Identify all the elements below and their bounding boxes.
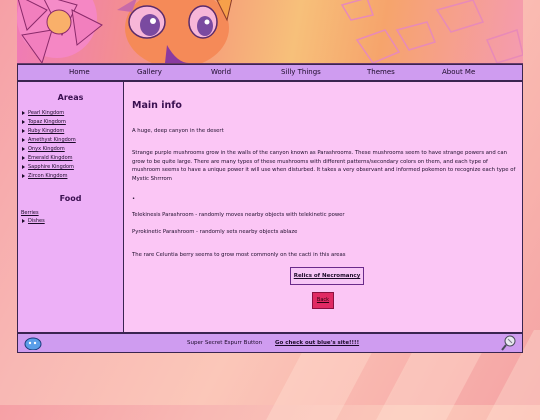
sidebar-item-berries[interactable]: Berries [21,210,39,216]
food-heading: Food [59,194,82,203]
intro-text: A huge, deep canyon in the desert [132,128,224,134]
top-navigation: Home Gallery World Silly Things Themes A… [17,64,523,81]
banner-artwork [17,0,523,63]
sidebar: Areas Pearl Kingdom Topaz Kingdom Ruby K… [17,81,124,333]
nav-about-me[interactable]: About Me [442,68,475,76]
sidebar-item-amethyst-kingdom[interactable]: Amethyst Kingdom [22,137,76,143]
sidebar-item-zircon-kingdom[interactable]: Zircon Kingdom [22,173,67,179]
description-paragraph: Strange purple mushrooms grow in the wal… [132,150,516,182]
page-title: Main info [132,100,182,111]
flower-illustration [17,0,103,63]
areas-heading: Areas [57,93,84,102]
nav-world[interactable]: World [211,68,231,76]
blue-blob-icon[interactable] [24,336,42,350]
bullet-arrow-icon [22,173,25,178]
relics-of-necromancy-button[interactable]: Relics of Necromancy [290,267,364,285]
nav-silly-things[interactable]: Silly Things [281,68,321,76]
sidebar-item-pearl-kingdom[interactable]: Pearl Kingdom [22,110,64,116]
list-bullet: • [132,196,136,202]
sidebar-item-onyx-kingdom[interactable]: Onyx Kingdom [22,146,65,152]
berry-note: The rare Celuntia berry seems to grow mo… [132,252,346,258]
sidebar-item-emerald-kingdom[interactable]: Emerald Kingdom [22,155,73,161]
bullet-arrow-icon [22,164,25,169]
bullet-arrow-icon [22,110,25,115]
bullet-arrow-icon [22,155,25,160]
nav-home[interactable]: Home [69,68,90,76]
blue-site-link[interactable]: Go check out blue's site!!!! [275,340,359,346]
bullet-arrow-icon [22,146,25,151]
sidebar-item-sapphire-kingdom[interactable]: Sapphire Kingdom [22,164,74,170]
sidebar-item-ruby-kingdom[interactable]: Ruby Kingdom [22,128,64,134]
magnifier-pokemon-icon[interactable] [500,335,518,351]
footer-text: Super Secret Espurr Button [187,340,263,346]
footer: Super Secret Espurr Button Go check out … [17,333,523,353]
telekinesis-text: Telekinesis Parashroom - randomly moves … [132,212,345,218]
header-banner [17,0,523,64]
nav-themes[interactable]: Themes [367,68,395,76]
sidebar-item-dishes[interactable]: Dishes [22,218,45,224]
creature-illustration [117,0,233,63]
pyrokinetic-text: Pyrokinetic Parashroom - randomly sets n… [132,229,298,235]
sidebar-item-topaz-kingdom[interactable]: Topaz Kingdom [22,119,66,125]
bullet-arrow-icon [22,137,25,142]
crystal-illustrations [340,0,523,63]
back-button[interactable]: Back [312,292,334,309]
bullet-arrow-icon [22,218,25,223]
main-content: Main info A huge, deep canyon in the des… [124,81,523,333]
bullet-arrow-icon [22,128,25,133]
nav-gallery[interactable]: Gallery [137,68,162,76]
bullet-arrow-icon [22,119,25,124]
